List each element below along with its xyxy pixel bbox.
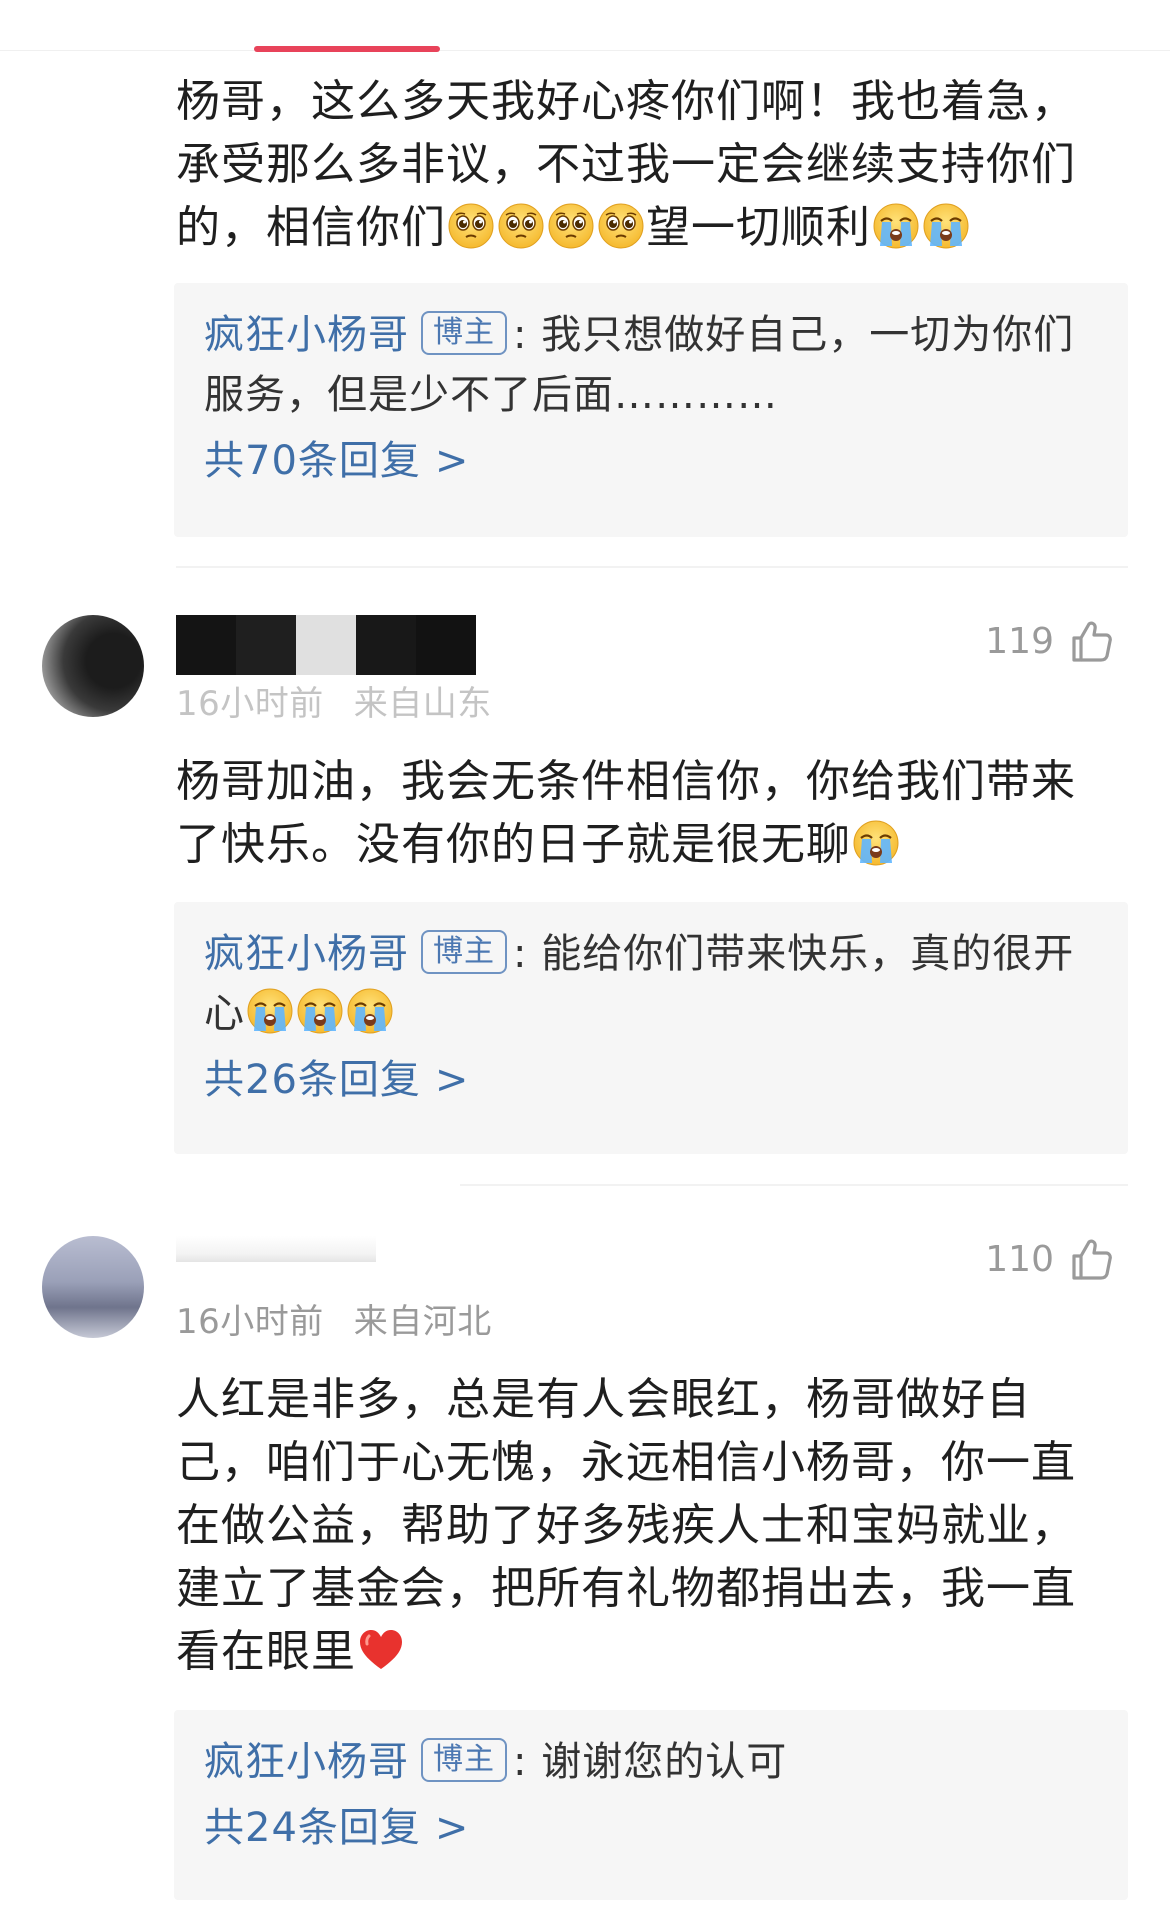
comment-body: 人红是非多，总是有人会眼红，杨哥做好自己，咱们于心无愧，永远相信小杨哥，你一直在… [176,1368,1106,1683]
reply-text: 谢谢您的认可 [541,1739,788,1785]
reply-preview[interactable]: 疯狂小杨哥 博主: 我只想做好自己，一切为你们服务，但是少不了后面………… [204,305,1098,425]
like-button[interactable]: 119 [985,618,1114,664]
reply-preview[interactable]: 疯狂小杨哥 博主: 能给你们带来快乐，真的很开心 [204,924,1098,1044]
pleading-emoji-icon [448,203,494,249]
crying-emoji-icon [246,987,294,1035]
reply-author[interactable]: 疯狂小杨哥 [204,1739,409,1785]
comment-body: 杨哥加油，我会无条件相信你，你给我们带来了快乐。没有你的日子就是很无聊 [176,750,1106,876]
chevron-right-icon[interactable]: > [435,1057,470,1103]
top-divider [0,50,1170,51]
reply-author[interactable]: 疯狂小杨哥 [204,931,409,977]
comment-location: 来自山东 [353,684,492,724]
heart-emoji-icon [358,1628,404,1671]
thumbs-up-icon[interactable] [1068,1236,1114,1282]
comment-time: 16小时前 [176,684,324,724]
comment-time: 16小时前 [176,1302,324,1342]
divider [176,566,1128,568]
crying-emoji-icon [852,819,900,867]
comment-location: 来自河北 [353,1302,492,1342]
chevron-right-icon[interactable]: > [435,1805,470,1851]
avatar[interactable] [42,615,144,717]
view-replies-link[interactable]: 共70条回复 > [204,429,1098,493]
crying-emoji-icon [296,987,344,1035]
crying-emoji-icon [346,987,394,1035]
thumbs-up-icon[interactable] [1068,618,1114,664]
avatar[interactable] [42,1236,144,1338]
reply-preview[interactable]: 疯狂小杨哥 博主: 谢谢您的认可 [204,1732,1098,1792]
username-faded[interactable] [176,1236,376,1262]
comment-text-tail: 望一切顺利 [646,202,871,253]
comment-meta: 16小时前 来自河北 [176,1294,522,1343]
pleading-emoji-icon [548,203,594,249]
pleading-emoji-icon [498,203,544,249]
like-count: 110 [985,1238,1054,1280]
author-badge: 博主 [421,930,507,974]
reply-colon: : [513,312,528,358]
username-redacted[interactable] [176,615,476,675]
reply-count-label[interactable]: 共70条回复 [204,438,421,484]
reply-box: 疯狂小杨哥 博主: 能给你们带来快乐，真的很开心 共26条回复 > [174,902,1128,1154]
chevron-right-icon[interactable]: > [435,438,470,484]
crying-emoji-icon [872,202,920,250]
reply-colon: : [513,931,528,977]
comment-text: 人红是非多，总是有人会眼红，杨哥做好自己，咱们于心无愧，永远相信小杨哥，你一直在… [176,1374,1076,1677]
like-button[interactable]: 110 [985,1236,1114,1282]
reply-count-label[interactable]: 共24条回复 [204,1805,421,1851]
reply-author[interactable]: 疯狂小杨哥 [204,312,409,358]
like-count: 119 [985,620,1054,662]
crying-emoji-icon [922,202,970,250]
emoji-group [446,202,646,253]
view-replies-link[interactable]: 共26条回复 > [204,1048,1098,1112]
author-badge: 博主 [421,311,507,355]
comment-text: 杨哥加油，我会无条件相信你，你给我们带来了快乐。没有你的日子就是很无聊 [176,756,1076,870]
reply-colon: : [513,1739,528,1785]
comment-meta: 16小时前 来自山东 [176,676,522,725]
active-tab-indicator [254,46,440,52]
divider [460,1184,1128,1186]
reply-box: 疯狂小杨哥 博主: 我只想做好自己，一切为你们服务，但是少不了后面………… 共70… [174,283,1128,537]
author-badge: 博主 [421,1738,507,1782]
reply-box: 疯狂小杨哥 博主: 谢谢您的认可 共24条回复 > [174,1710,1128,1900]
reply-count-label[interactable]: 共26条回复 [204,1057,421,1103]
comment-body: 杨哥，这么多天我好心疼你们啊！我也着急，承受那么多非议，不过我一定会继续支持你们… [176,70,1106,259]
pleading-emoji-icon [598,203,644,249]
view-replies-link[interactable]: 共24条回复 > [204,1796,1098,1860]
